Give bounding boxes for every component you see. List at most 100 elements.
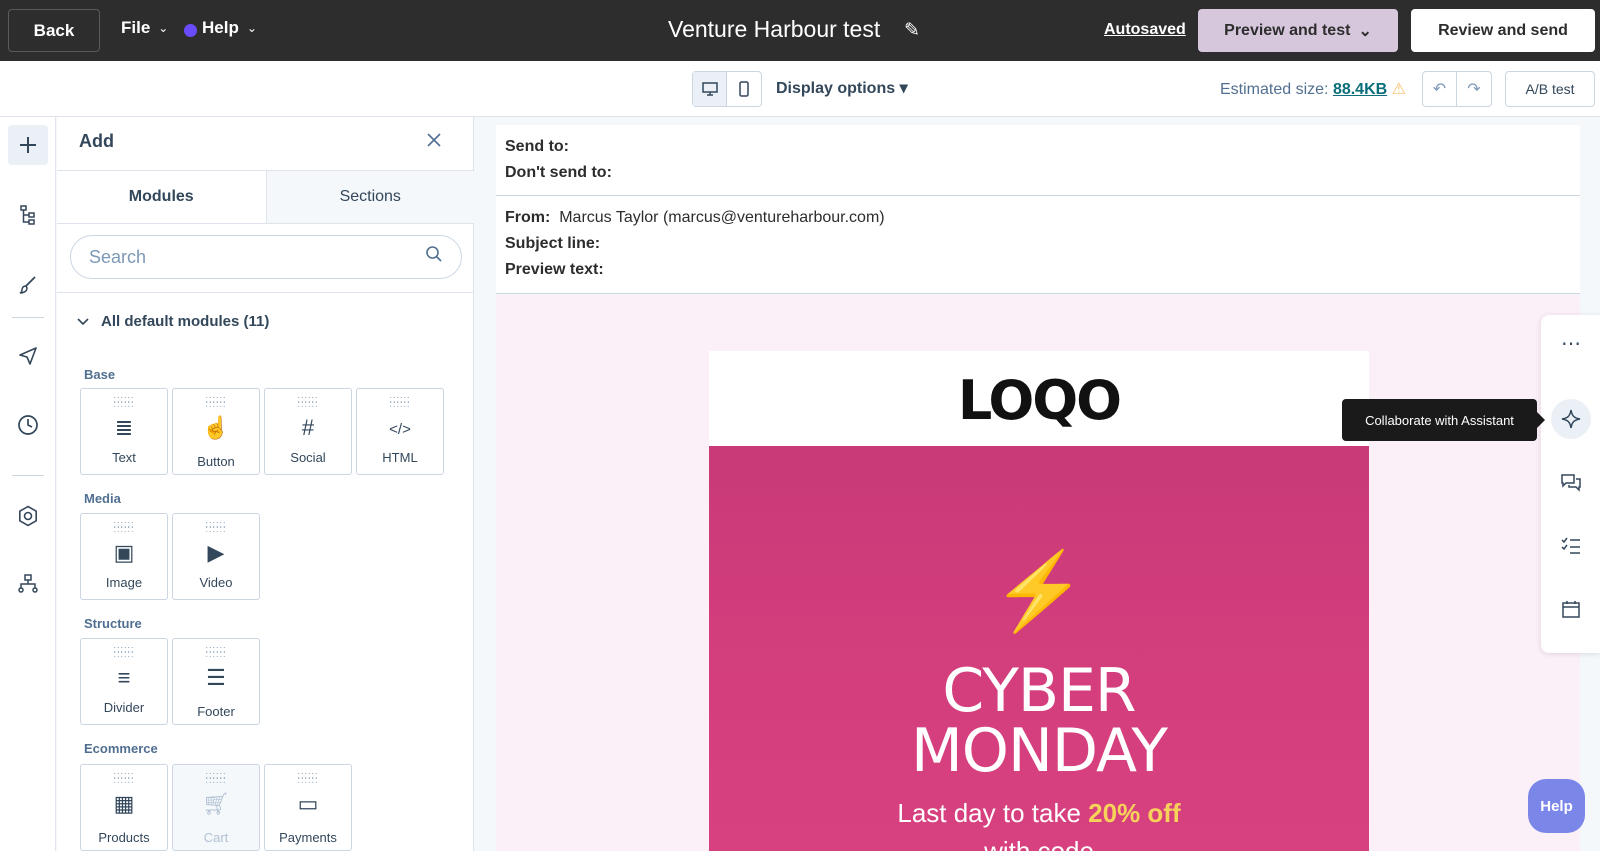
module-label: Button: [197, 454, 235, 469]
module-group-label: All default modules (11): [101, 313, 270, 330]
redo-icon[interactable]: ↷: [1457, 72, 1491, 106]
pencil-icon[interactable]: ✎: [904, 19, 920, 42]
module-label: Products: [98, 830, 150, 845]
chevron-down-icon: [77, 313, 89, 330]
tab-modules[interactable]: Modules: [57, 171, 266, 223]
undo-icon[interactable]: ↶: [1423, 72, 1458, 106]
email-logo-section[interactable]: LOQO: [709, 351, 1369, 446]
module-label: Video: [199, 575, 233, 590]
file-menu-label: File: [121, 18, 151, 37]
preview-and-test-label: Preview and test: [1224, 21, 1351, 39]
display-options-dropdown[interactable]: Display options ▾: [776, 78, 908, 98]
subject-line-field[interactable]: Subject line:: [505, 235, 600, 253]
module-footer[interactable]: :::::::::::: ☰ Footer: [172, 638, 260, 725]
close-icon[interactable]: [427, 129, 441, 153]
hero-subtext-lead: Last day to take: [897, 798, 1089, 828]
preview-text-label: Preview text:: [505, 261, 604, 278]
search-input[interactable]: [89, 247, 409, 268]
review-and-send-button[interactable]: Review and send: [1411, 9, 1595, 52]
grip-icon: ::::::::::::: [205, 394, 227, 409]
plus-icon[interactable]: [8, 125, 48, 165]
chevron-down-icon: ⌄: [158, 21, 169, 35]
more-dots-icon[interactable]: ⋯: [1551, 323, 1591, 363]
brush-icon[interactable]: [8, 265, 48, 305]
hero-heading-line2: MONDAY: [910, 716, 1168, 786]
estimated-size-label: Estimated size:: [1220, 81, 1329, 98]
estimated-size-value[interactable]: 88.4KB: [1333, 81, 1387, 98]
calendar-icon[interactable]: [1551, 589, 1591, 629]
grip-icon: ::::::::::::: [113, 394, 135, 409]
text-icon: ≣: [114, 415, 134, 440]
help-button[interactable]: Help: [1528, 779, 1585, 833]
pointer-icon: ☝: [202, 415, 230, 440]
category-ecommerce: Ecommerce: [84, 741, 158, 756]
module-social[interactable]: :::::::::::: # Social: [264, 388, 352, 475]
module-payments[interactable]: :::::::::::: ▭ Payments: [264, 764, 352, 851]
email-details-section[interactable]: From: Marcus Taylor (marcus@ventureharbo…: [496, 196, 1580, 294]
hero-subtext: Last day to take 20% off: [709, 798, 1369, 829]
search-icon[interactable]: [425, 245, 443, 268]
gear-icon[interactable]: [8, 496, 48, 536]
hierarchy-icon[interactable]: [8, 564, 48, 604]
brand-logo: LOQO: [957, 369, 1122, 432]
send-to-field[interactable]: Send to:: [505, 138, 569, 156]
code-icon: </>: [389, 421, 411, 438]
chevron-down-icon: ⌄: [1358, 22, 1372, 40]
top-bar: Back File ⌄ Help ⌄ Venture Harbour test …: [0, 0, 1600, 61]
module-group-toggle[interactable]: All default modules (11): [77, 313, 269, 330]
checklist-icon[interactable]: [1551, 526, 1591, 566]
module-button[interactable]: :::::::::::: ☝ Button: [172, 388, 260, 475]
send-icon[interactable]: [8, 336, 48, 376]
grip-icon: ::::::::::::: [297, 394, 319, 409]
help-menu-label: Help: [202, 18, 239, 37]
ab-test-button[interactable]: A/B test: [1505, 71, 1595, 107]
back-button[interactable]: Back: [8, 9, 100, 52]
help-menu[interactable]: Help ⌄: [202, 18, 257, 38]
tab-sections[interactable]: Sections: [265, 171, 474, 223]
module-label: Cart: [203, 830, 229, 845]
grip-icon: ::::::::::::: [113, 644, 135, 659]
module-text[interactable]: :::::::::::: ≣ Text: [80, 388, 168, 475]
preview-text-field[interactable]: Preview text:: [505, 261, 604, 279]
recipients-section[interactable]: Send to: Don't send to:: [496, 125, 1580, 196]
grip-icon: ::::::::::::: [113, 519, 135, 534]
module-image[interactable]: :::::::::::: ▣ Image: [80, 513, 168, 600]
email-hero-section[interactable]: ⚡ CYBER MONDAY Last day to take 20% off …: [709, 446, 1369, 851]
mobile-icon[interactable]: [727, 72, 761, 106]
footer-icon: ☰: [206, 665, 226, 690]
sparkle-icon[interactable]: [1551, 399, 1591, 439]
module-video[interactable]: :::::::::::: ▶ Video: [172, 513, 260, 600]
undo-redo-group: ↶ ↷: [1422, 71, 1492, 107]
lightning-bolt-icon: ⚡: [991, 549, 1087, 634]
file-menu[interactable]: File ⌄: [121, 18, 168, 38]
send-to-label: Send to:: [505, 138, 569, 155]
rail-divider: [12, 475, 44, 476]
discount-highlight: 20% off: [1088, 798, 1181, 828]
module-products[interactable]: :::::::::::: ▦ Products: [80, 764, 168, 851]
clock-icon[interactable]: [8, 405, 48, 445]
hashtag-icon: #: [301, 415, 315, 440]
autosaved-link[interactable]: Autosaved: [1104, 21, 1186, 39]
from-field[interactable]: From: Marcus Taylor (marcus@ventureharbo…: [505, 209, 885, 227]
dont-send-to-label: Don't send to:: [505, 164, 612, 181]
divider-icon: ≡: [117, 665, 131, 690]
desktop-icon[interactable]: [693, 72, 728, 106]
preview-and-test-button[interactable]: Preview and test ⌄: [1198, 9, 1398, 52]
module-divider[interactable]: :::::::::::: ≡ Divider: [80, 638, 168, 725]
module-html[interactable]: :::::::::::: </> HTML: [356, 388, 444, 475]
comments-icon[interactable]: [1551, 463, 1591, 503]
panel-tabs: Modules Sections: [57, 170, 474, 224]
dont-send-to-field[interactable]: Don't send to:: [505, 164, 612, 182]
grip-icon: ::::::::::::: [205, 519, 227, 534]
right-toolbar: ⋯: [1541, 315, 1600, 653]
module-label: Divider: [103, 700, 145, 715]
panel-title: Add: [79, 131, 114, 151]
email-title[interactable]: Venture Harbour test: [668, 16, 880, 43]
category-structure: Structure: [84, 616, 142, 631]
panel-divider: [57, 292, 474, 293]
module-label: Payments: [279, 830, 337, 845]
image-icon: ▣: [113, 540, 135, 565]
tree-icon[interactable]: [8, 195, 48, 235]
products-icon: ▦: [113, 791, 135, 816]
module-cart[interactable]: :::::::::::: 🛒︎ Cart: [172, 764, 260, 851]
